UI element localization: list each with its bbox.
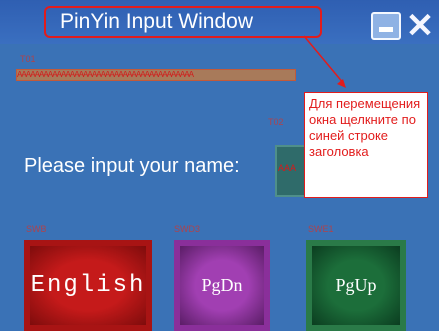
name-input-value: AAA (278, 164, 297, 175)
name-prompt: Please input your name: (24, 155, 240, 177)
name-field-label: T02 (268, 117, 284, 127)
strip-label: T01 (20, 54, 36, 64)
pgdn-button-label: SWD3 (174, 224, 201, 234)
page-down-button-text: PgDn (201, 275, 243, 295)
page-down-button[interactable]: PgDn (174, 240, 270, 331)
instruction-callout: Для перемещения окна щелкните по синей с… (304, 92, 428, 198)
close-button[interactable]: ✕ (403, 9, 437, 43)
page-up-button[interactable]: PgUp (306, 240, 406, 331)
page-up-button-text: PgUp (335, 275, 377, 295)
minimize-icon (379, 27, 393, 32)
english-button[interactable]: English (24, 240, 152, 331)
title-bar[interactable]: PinYin Input Window ✕ (0, 0, 439, 44)
english-button-label: SWB (26, 224, 47, 234)
pgup-button-label: SWE1 (308, 224, 334, 234)
close-icon: ✕ (405, 7, 435, 45)
input-strip[interactable]: AAAAAAAAAAAAAAAAAAAAAAAAAAAAAAAAAAAAAAAA (16, 69, 296, 81)
english-button-text: English (30, 272, 146, 299)
window-title: PinYin Input Window (44, 6, 322, 38)
minimize-button[interactable] (371, 12, 401, 40)
